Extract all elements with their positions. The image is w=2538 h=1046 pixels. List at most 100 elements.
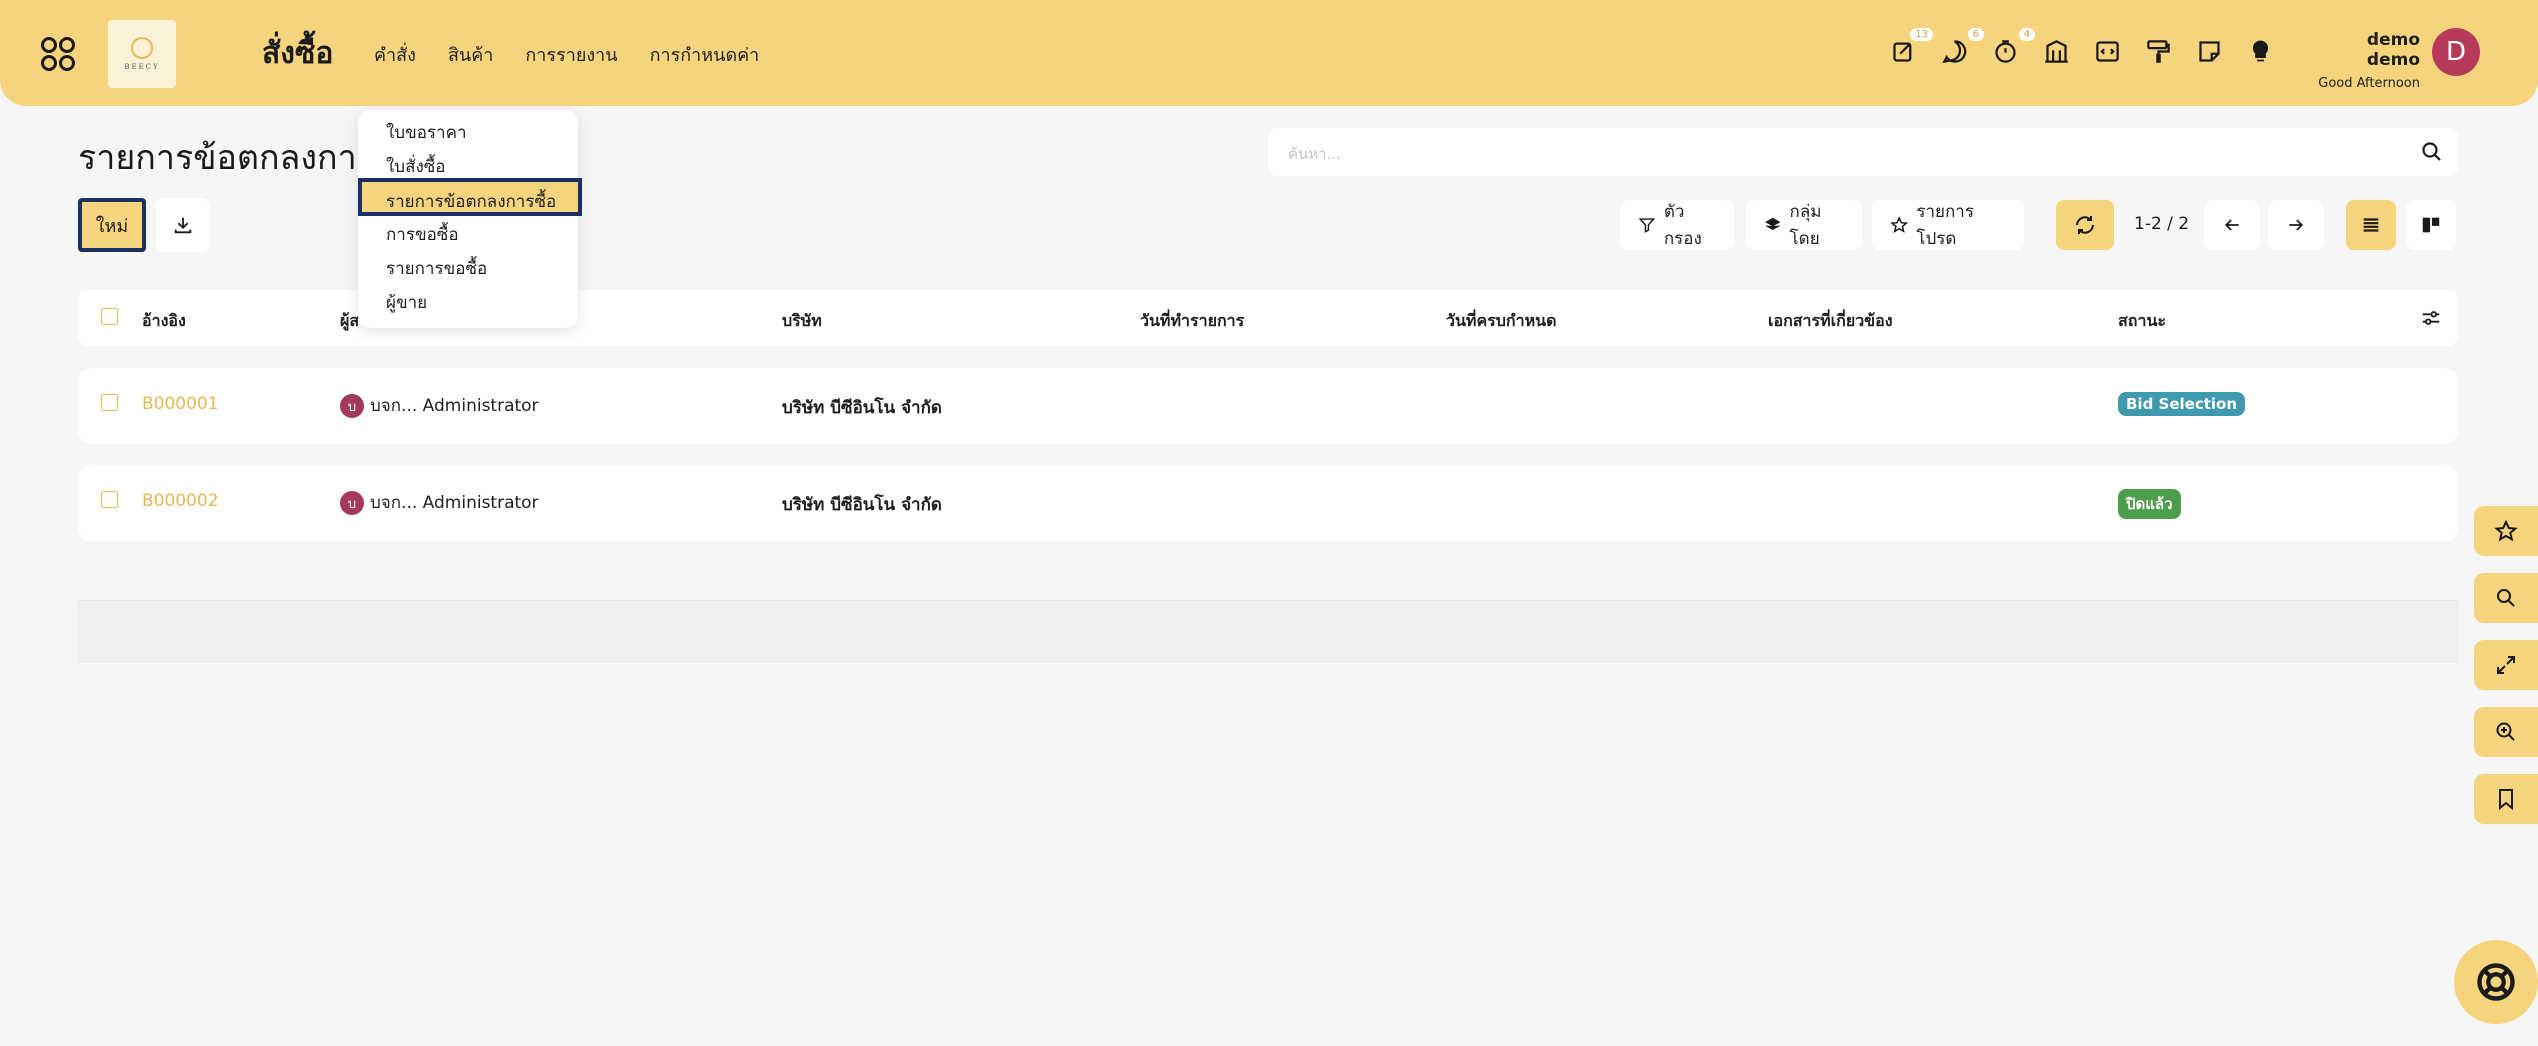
filter-icon bbox=[1638, 218, 1656, 233]
logo-text: BEECY bbox=[124, 63, 160, 71]
kanban-view-button[interactable] bbox=[2406, 200, 2456, 250]
page-title: รายการข้อตกลงการ bbox=[78, 138, 375, 178]
row-checkbox[interactable] bbox=[101, 491, 118, 508]
column-settings-icon[interactable] bbox=[2420, 307, 2442, 329]
user-mini-avatar: บ bbox=[340, 491, 364, 515]
dropdown-item-purchase-agreements[interactable]: รายการข้อตกลงการซื้อ bbox=[358, 178, 582, 216]
logo-mark-icon bbox=[131, 37, 153, 59]
row-reference[interactable]: B000001 bbox=[142, 394, 219, 414]
zoom-in-icon bbox=[2496, 722, 2515, 741]
timer-icon[interactable]: 4 bbox=[1992, 28, 2035, 65]
dropdown-item-purchase-order[interactable]: ใบสั่งซื้อ bbox=[386, 153, 446, 180]
pager-value[interactable]: 1-2 / 2 bbox=[2134, 214, 2189, 234]
chat-icon[interactable]: 6 bbox=[1941, 28, 1984, 65]
lightbulb-icon[interactable] bbox=[2247, 38, 2274, 65]
row-user: บ บจก... Administrator bbox=[340, 392, 539, 419]
group-by-button[interactable]: กลุ่มโดย bbox=[1746, 200, 1862, 250]
favorites-button[interactable]: รายการโปรด bbox=[1872, 200, 2024, 250]
table-footer bbox=[78, 600, 2458, 662]
column-header-status[interactable]: สถานะ bbox=[2118, 309, 2166, 334]
prev-page-button[interactable] bbox=[2204, 200, 2260, 250]
lifebuoy-icon bbox=[2477, 963, 2515, 1001]
kanban-icon bbox=[2422, 217, 2440, 233]
arrow-left-icon bbox=[2224, 219, 2239, 231]
search-icon[interactable] bbox=[2420, 140, 2444, 164]
dropdown-item-purchase-agreements-label: รายการข้อตกลงการซื้อ bbox=[386, 192, 557, 212]
expand-icon bbox=[2497, 656, 2515, 674]
greeting-text: Good Afternoon bbox=[2318, 76, 2420, 91]
row-company: บริษัท บีซีอินโน จำกัด bbox=[782, 495, 942, 515]
table-row[interactable]: B000002 บ บจก... Administrator บริษัท บีซ… bbox=[78, 465, 2458, 541]
paint-roller-icon[interactable] bbox=[2145, 38, 2172, 65]
side-expand-button[interactable] bbox=[2474, 640, 2538, 690]
user-mini-avatar: บ bbox=[340, 394, 364, 418]
group-by-label: กลุ่มโดย bbox=[1789, 202, 1822, 249]
row-user-name: บจก... Administrator bbox=[370, 493, 539, 513]
search-icon bbox=[2497, 589, 2515, 607]
side-favorite-button[interactable] bbox=[2474, 506, 2538, 556]
dropdown-item-vendors[interactable]: ผู้ขาย bbox=[386, 289, 427, 316]
table-row[interactable]: B000001 บ บจก... Administrator บริษัท บีซ… bbox=[78, 368, 2458, 444]
company-logo[interactable]: BEECY bbox=[108, 20, 176, 88]
column-header-user[interactable]: ผู้ส bbox=[340, 309, 359, 334]
help-button[interactable] bbox=[2454, 940, 2538, 1024]
top-navbar: BEECY สั่งซื้อ คำสั่ง สินค้า การรายงาน ก… bbox=[0, 0, 2538, 106]
row-company: บริษัท บีซีอินโน จำกัด bbox=[782, 398, 942, 418]
download-icon bbox=[174, 217, 192, 234]
filter-label: ตัวกรอง bbox=[1663, 202, 1702, 249]
star-icon bbox=[2494, 519, 2518, 542]
next-page-button[interactable] bbox=[2268, 200, 2324, 250]
row-user: บ บจก... Administrator bbox=[340, 489, 539, 516]
filter-button[interactable]: ตัวกรอง bbox=[1620, 200, 1734, 250]
column-header-company[interactable]: บริษัท bbox=[782, 309, 822, 334]
menu-products[interactable]: สินค้า bbox=[448, 40, 493, 69]
user-name: demo demo bbox=[2366, 30, 2420, 70]
select-all-checkbox[interactable] bbox=[101, 308, 118, 325]
star-icon bbox=[1890, 216, 1909, 233]
app-title[interactable]: สั่งซื้อ bbox=[262, 30, 333, 77]
building-icon[interactable] bbox=[2043, 38, 2070, 65]
dropdown-item-purchase-request[interactable]: การขอซื้อ bbox=[386, 221, 459, 248]
dropdown-item-purchase-request-list[interactable]: รายการขอซื้อ bbox=[386, 255, 487, 282]
list-view-icon bbox=[2363, 218, 2379, 232]
activity-badge: 13 bbox=[1910, 28, 1933, 41]
side-bookmark-button[interactable] bbox=[2474, 774, 2538, 824]
bookmark-icon bbox=[2499, 789, 2513, 811]
search-placeholder: ค้นหา... bbox=[1288, 145, 1341, 163]
row-checkbox[interactable] bbox=[101, 394, 118, 411]
apps-grid-icon[interactable] bbox=[40, 36, 76, 72]
status-badge: Bid Selection bbox=[2118, 392, 2246, 416]
favorites-label: รายการโปรด bbox=[1916, 202, 1974, 249]
user-avatar[interactable]: D bbox=[2432, 28, 2480, 76]
download-button[interactable] bbox=[156, 198, 210, 252]
column-header-reference[interactable]: อ้างอิง bbox=[142, 309, 186, 334]
chat-badge: 6 bbox=[1967, 28, 1984, 41]
side-zoom-button[interactable] bbox=[2474, 707, 2538, 757]
user-info[interactable]: demo demo Good Afternoon bbox=[2310, 30, 2420, 91]
column-header-source-document[interactable]: เอกสารที่เกี่ยวข้อง bbox=[1768, 309, 1893, 334]
new-button[interactable]: ใหม่ bbox=[78, 198, 146, 252]
status-badge: ปิดแล้ว bbox=[2118, 489, 2181, 519]
main-menu: คำสั่ง สินค้า การรายงาน การกำหนดค่า bbox=[374, 40, 759, 69]
dropdown-item-rfq[interactable]: ใบขอราคา bbox=[386, 119, 467, 146]
menu-orders[interactable]: คำสั่ง bbox=[374, 40, 416, 69]
refresh-icon bbox=[2076, 216, 2094, 234]
sticky-note-icon[interactable] bbox=[2196, 38, 2223, 65]
layers-icon bbox=[1765, 217, 1781, 231]
column-header-order-date[interactable]: วันที่ทำรายการ bbox=[1140, 309, 1244, 334]
refresh-button[interactable] bbox=[2056, 200, 2114, 250]
menu-reporting[interactable]: การรายงาน bbox=[525, 40, 617, 69]
side-search-button[interactable] bbox=[2474, 573, 2538, 623]
row-reference[interactable]: B000002 bbox=[142, 491, 219, 511]
row-user-name: บจก... Administrator bbox=[370, 396, 539, 416]
column-header-deadline[interactable]: วันที่ครบกำหนด bbox=[1446, 309, 1556, 334]
timer-badge: 4 bbox=[2018, 28, 2035, 41]
menu-configuration[interactable]: การกำหนดค่า bbox=[650, 40, 760, 69]
orders-dropdown-menu: ใบขอราคา ใบสั่งซื้อ รายการข้อตกลงการซื้อ… bbox=[358, 110, 582, 328]
code-icon[interactable] bbox=[2094, 38, 2121, 65]
arrow-right-icon bbox=[2289, 219, 2304, 231]
list-view-button[interactable] bbox=[2346, 200, 2396, 250]
search-input[interactable]: ค้นหา... bbox=[1268, 128, 2458, 176]
activity-icon[interactable]: 13 bbox=[1890, 28, 1933, 65]
header-icons: 13 6 4 bbox=[1890, 28, 2274, 65]
